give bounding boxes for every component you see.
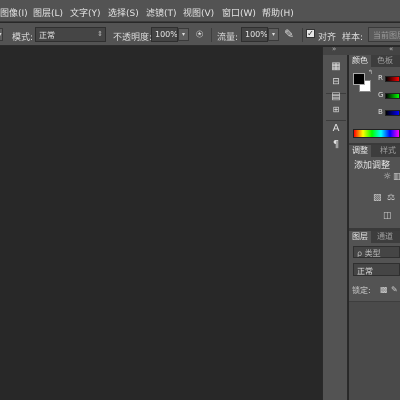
lock-position-icon[interactable]: ✎: [391, 285, 398, 294]
blue-slider[interactable]: [385, 110, 400, 116]
swap-colors-icon[interactable]: ↰: [368, 69, 373, 76]
align-checkbox[interactable]: ✓: [306, 29, 315, 38]
foreground-color-swatch[interactable]: [353, 73, 365, 85]
layers-list[interactable]: [349, 302, 400, 400]
menu-type[interactable]: 文字(Y): [70, 6, 101, 19]
sample-label: 样本:: [342, 33, 364, 43]
menu-layer[interactable]: 图层(L): [33, 6, 63, 19]
adjust-panel-tabs: 调整 样式: [349, 145, 400, 157]
tool-preset-dropdown[interactable]: ▾: [0, 28, 3, 41]
balance-icon[interactable]: ⚖: [387, 193, 395, 203]
menu-filter[interactable]: 滤镜(T): [146, 6, 177, 19]
flow-value: 100%: [245, 30, 268, 39]
tab-channels[interactable]: 通道: [374, 231, 396, 243]
updown-arrow-icon: ⇕: [97, 30, 103, 38]
tab-adjustments[interactable]: 调整: [349, 145, 371, 157]
divider: [302, 28, 303, 42]
flow-label: 流量:: [217, 33, 239, 43]
options-bar: ▾ 模式: 正常 ⇕ 不透明度: 100% ▾ ⍟ 流量: 100% ▾ ✎ ✓…: [0, 23, 400, 46]
tab-swatches[interactable]: 色板: [374, 55, 396, 67]
airbrush-icon[interactable]: ✎: [284, 27, 294, 41]
menu-bar: 图像(I) 图层(L) 文字(Y) 选择(S) 滤镜(T) 视图(V) 窗口(W…: [0, 0, 400, 22]
color-panel-tabs: 颜色 色板: [349, 55, 400, 67]
brightness-icon[interactable]: ☼: [383, 172, 391, 182]
layers-panel-tabs: 图层 通道: [349, 231, 400, 243]
photo-filter-icon[interactable]: ◫: [383, 211, 392, 221]
document-canvas[interactable]: [0, 47, 322, 400]
character-icon[interactable]: A: [327, 121, 345, 137]
collapse-arrows-icon: «: [389, 47, 394, 53]
mode-select[interactable]: 正常 ⇕: [35, 27, 106, 42]
flow-dropdown[interactable]: ▾: [268, 28, 279, 41]
channel-label-r: R: [378, 74, 383, 82]
opacity-label: 不透明度:: [113, 33, 153, 43]
layer-filter-value: ρ 类型: [357, 249, 381, 258]
menu-window[interactable]: 窗口(W): [222, 6, 256, 19]
mode-label: 模式:: [12, 33, 34, 43]
clone-source-icon[interactable]: ⊞: [327, 102, 345, 118]
tab-color[interactable]: 颜色: [349, 55, 371, 67]
red-slider[interactable]: [385, 76, 400, 82]
lock-pixels-icon[interactable]: ▩: [380, 285, 388, 294]
history-icon[interactable]: ▦: [327, 59, 345, 75]
levels-icon[interactable]: ▥: [393, 172, 400, 182]
opacity-input[interactable]: 100%: [151, 27, 178, 42]
blend-mode-select[interactable]: 正常: [353, 263, 400, 276]
sample-value: 当前图层: [373, 31, 400, 40]
opacity-dropdown[interactable]: ▾: [178, 28, 189, 41]
panel-dock: » ▦ ⊟ ▤ ⊞ A ¶: [322, 45, 349, 400]
mode-value: 正常: [39, 31, 55, 40]
color-spectrum[interactable]: [353, 129, 400, 138]
blend-mode-value: 正常: [357, 267, 373, 276]
channel-label-b: B: [378, 108, 383, 116]
tab-styles[interactable]: 样式: [377, 145, 399, 157]
channel-label-g: G: [378, 91, 384, 99]
align-label: 对齐: [318, 33, 337, 43]
panels-header[interactable]: «: [349, 47, 400, 55]
dock-header[interactable]: »: [323, 45, 349, 55]
menu-image[interactable]: 图像(I): [0, 6, 28, 19]
lock-label: 锁定:: [352, 286, 371, 295]
divider: [211, 28, 212, 42]
layer-filter-select[interactable]: ρ 类型: [353, 246, 400, 258]
properties-icon[interactable]: ⊟: [327, 74, 345, 90]
tab-layers[interactable]: 图层: [349, 231, 371, 243]
paragraph-icon[interactable]: ¶: [327, 137, 345, 153]
pressure-opacity-icon[interactable]: ⍟: [196, 27, 203, 42]
menu-view[interactable]: 视图(V): [183, 6, 214, 19]
add-adjustment-label: 添加调整: [354, 161, 391, 171]
menu-help[interactable]: 帮助(H): [262, 6, 294, 19]
green-slider[interactable]: [385, 93, 400, 99]
opacity-value: 100%: [155, 30, 178, 39]
sample-select[interactable]: 当前图层: [368, 27, 400, 42]
right-panels: « 颜色 色板 ↰ R G B 调整 样式 添加调整 ☼ ▥ ▧ ⚖ ◫ 图层 …: [349, 47, 400, 400]
vibrance-icon[interactable]: ▧: [373, 193, 382, 203]
collapse-arrows-icon: »: [332, 45, 337, 53]
menu-select[interactable]: 选择(S): [108, 6, 139, 19]
flow-input[interactable]: 100%: [241, 27, 268, 42]
